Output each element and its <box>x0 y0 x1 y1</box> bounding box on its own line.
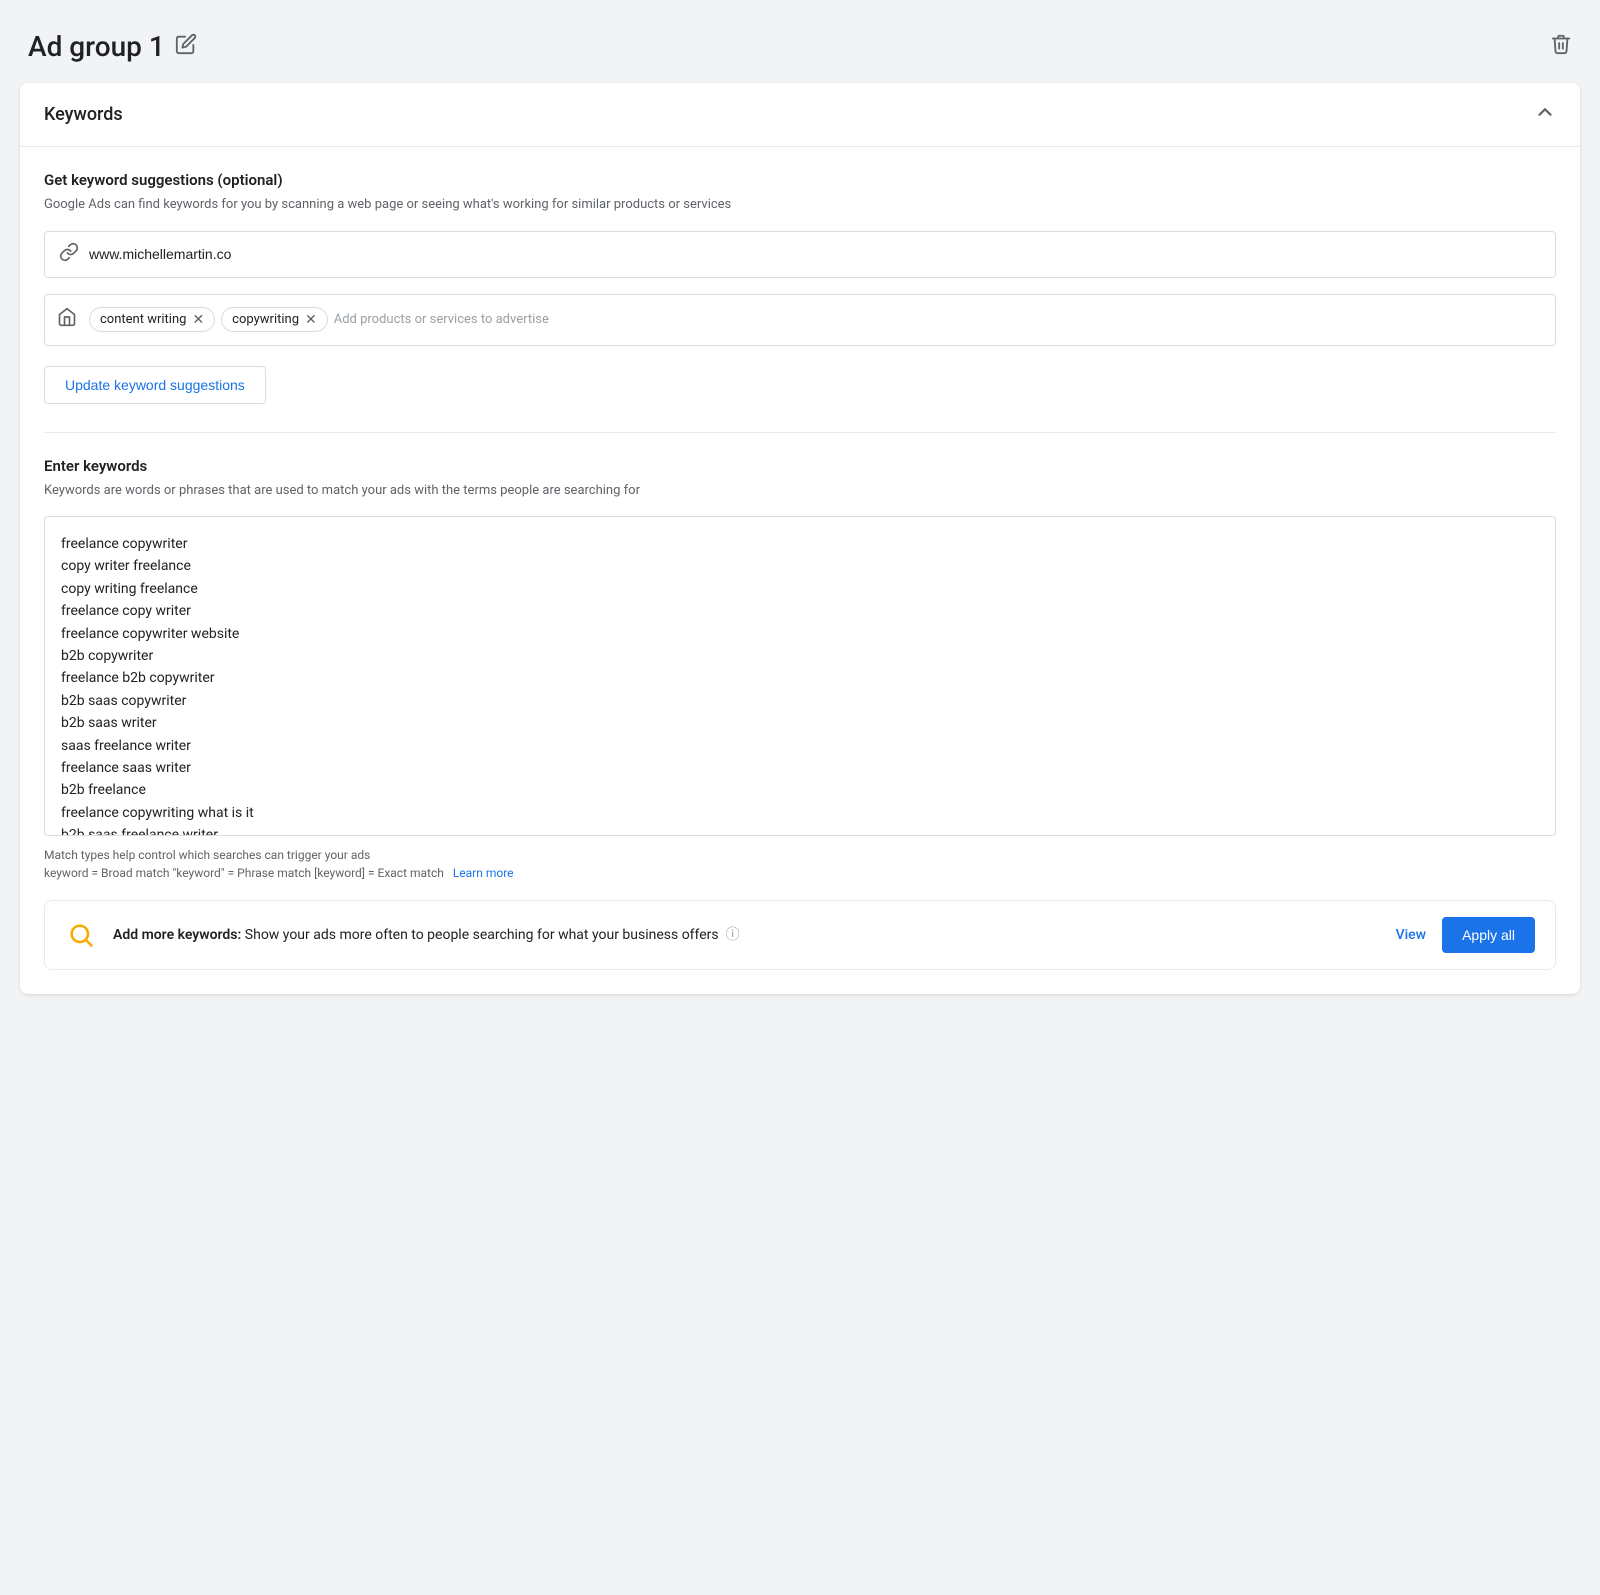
keyword-suggestions-section: Get keyword suggestions (optional) Googl… <box>44 171 1556 432</box>
edit-icon[interactable] <box>175 33 197 60</box>
match-types-info: Match types help control which searches … <box>44 848 1556 862</box>
banner-text-detail: Show your ads more often to people searc… <box>245 927 719 943</box>
collapse-icon[interactable] <box>1534 101 1556 128</box>
match-types-row: keyword = Broad match "keyword" = Phrase… <box>44 866 1556 880</box>
card-title: Keywords <box>44 104 123 125</box>
page-title-area: Ad group 1 <box>28 30 197 63</box>
keywords-card: Keywords Get keyword suggestions (option… <box>20 83 1580 994</box>
view-link[interactable]: View <box>1396 927 1427 943</box>
tag-label-content-writing: content writing <box>100 312 186 327</box>
search-icon <box>65 919 97 951</box>
match-types-detail: keyword = Broad match "keyword" = Phrase… <box>44 866 444 880</box>
tag-copywriting: copywriting ✕ <box>221 307 328 332</box>
banner-actions: View Apply all <box>1396 917 1535 953</box>
link-icon <box>59 242 79 267</box>
tags-input-wrapper[interactable]: content writing ✕ copywriting ✕ Add prod… <box>44 294 1556 346</box>
tag-close-copywriting[interactable]: ✕ <box>305 313 317 327</box>
card-header: Keywords <box>20 83 1580 147</box>
page-title: Ad group 1 <box>28 30 165 63</box>
store-icon <box>57 307 77 332</box>
enter-keywords-subtitle: Keywords are words or phrases that are u… <box>44 481 1556 501</box>
section-divider <box>44 432 1556 433</box>
url-input-wrapper[interactable] <box>44 231 1556 278</box>
suggestions-subtitle: Google Ads can find keywords for you by … <box>44 195 1556 215</box>
url-input[interactable] <box>89 246 1541 262</box>
add-keywords-banner: Add more keywords: Show your ads more of… <box>44 900 1556 970</box>
tag-content-writing: content writing ✕ <box>89 307 215 332</box>
apply-all-button[interactable]: Apply all <box>1442 917 1535 953</box>
delete-icon[interactable] <box>1550 33 1572 60</box>
update-keyword-suggestions-button[interactable]: Update keyword suggestions <box>44 366 266 404</box>
enter-keywords-title: Enter keywords <box>44 457 1556 475</box>
tag-label-copywriting: copywriting <box>232 312 299 327</box>
help-icon[interactable]: ⓘ <box>726 927 740 943</box>
card-body: Get keyword suggestions (optional) Googl… <box>20 147 1580 994</box>
learn-more-link[interactable]: Learn more <box>453 866 514 880</box>
banner-text: Add more keywords: Show your ads more of… <box>113 925 1380 946</box>
suggestions-title: Get keyword suggestions (optional) <box>44 171 1556 189</box>
keywords-textarea[interactable]: freelance copywriter copy writer freelan… <box>45 517 1555 835</box>
tags-placeholder: Add products or services to advertise <box>334 312 549 327</box>
keywords-textarea-wrapper[interactable]: freelance copywriter copy writer freelan… <box>44 516 1556 836</box>
page-header: Ad group 1 <box>20 20 1580 83</box>
enter-keywords-section: Enter keywords Keywords are words or phr… <box>44 457 1556 881</box>
tag-close-content-writing[interactable]: ✕ <box>192 313 204 327</box>
banner-text-strong: Add more keywords: <box>113 927 241 943</box>
